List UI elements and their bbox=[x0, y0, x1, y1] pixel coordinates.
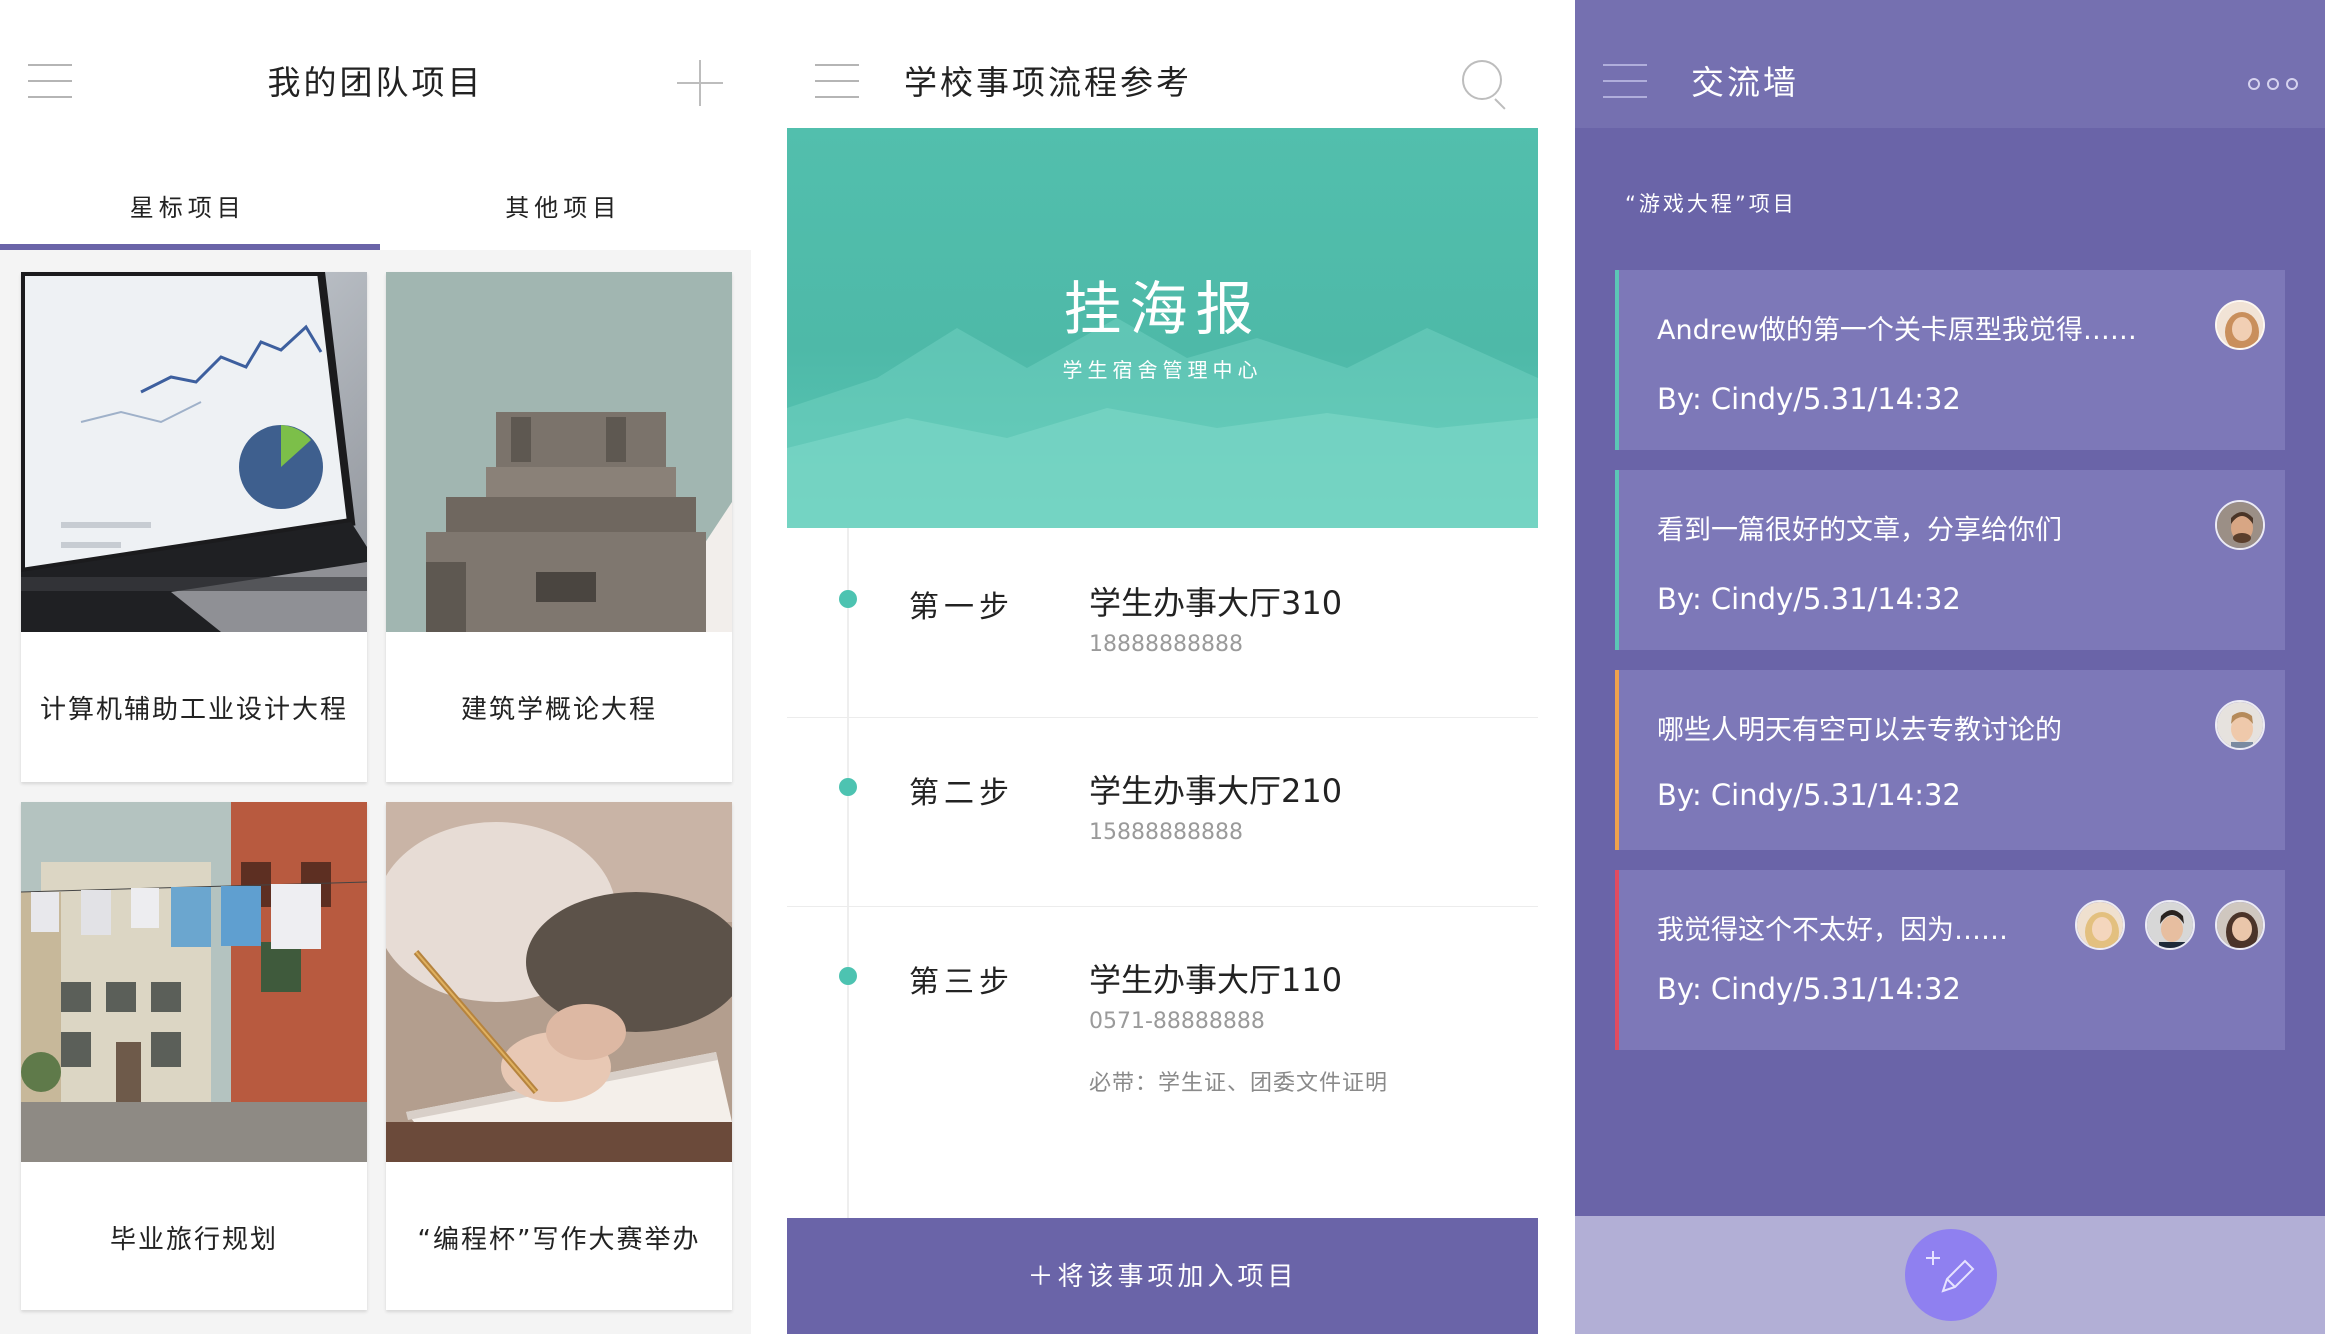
project-card[interactable]: 毕业旅行规划 bbox=[21, 802, 367, 1310]
wall-post[interactable]: Andrew做的第一个关卡原型我觉得…… By: Cindy/5.31/14:3… bbox=[1615, 270, 2285, 450]
hamburger-menu-icon[interactable] bbox=[815, 64, 859, 98]
step-name: 第二步 bbox=[909, 776, 1014, 811]
timeline-dot bbox=[839, 590, 857, 608]
step-place: 学生办事大厅310 bbox=[1089, 584, 1343, 622]
writing-notebook-photo bbox=[386, 802, 732, 1162]
project-card[interactable]: 计算机辅助工业设计大程 bbox=[21, 272, 367, 782]
project-card-title: 建筑学概论大程 bbox=[460, 694, 657, 725]
project-card-title: 计算机辅助工业设计大程 bbox=[39, 694, 348, 725]
avatar[interactable] bbox=[2215, 700, 2265, 750]
step-name: 第一步 bbox=[909, 590, 1014, 625]
hamburger-menu-icon[interactable] bbox=[1603, 64, 1647, 98]
step-phone: 18888888888 bbox=[1089, 632, 1243, 657]
post-message: 看到一篇很好的文章，分享给你们 bbox=[1657, 515, 2062, 546]
tab-other-projects[interactable]: 其他项目 bbox=[376, 168, 752, 248]
project-tabs: 星标项目 其他项目 bbox=[0, 168, 751, 248]
compose-pencil-icon bbox=[1926, 1251, 1975, 1293]
post-message: Andrew做的第一个关卡原型我觉得…… bbox=[1657, 315, 2137, 346]
laptop-analytics-photo bbox=[21, 272, 367, 632]
wall-post[interactable]: 哪些人明天有空可以去专教讨论的 By: Cindy/5.31/14:32 bbox=[1615, 670, 2285, 850]
project-subtitle: “游戏大程”项目 bbox=[1625, 192, 1797, 216]
add-to-project-button[interactable]: ＋将该事项加入项目 bbox=[787, 1218, 1538, 1334]
project-card[interactable]: “编程杯”写作大赛举办 bbox=[386, 802, 732, 1310]
page-title: 我的团队项目 bbox=[267, 63, 484, 102]
post-message: 哪些人明天有空可以去专教讨论的 bbox=[1657, 715, 2062, 746]
poster-title: 挂海报 bbox=[1063, 275, 1262, 343]
step-place: 学生办事大厅210 bbox=[1089, 772, 1343, 810]
project-card[interactable]: 建筑学概论大程 bbox=[386, 272, 732, 782]
divider bbox=[787, 906, 1538, 907]
wall-post[interactable]: 看到一篇很好的文章，分享给你们 By: Cindy/5.31/14:32 bbox=[1615, 470, 2285, 650]
tab-starred-projects[interactable]: 星标项目 bbox=[0, 168, 376, 248]
team-projects-screen: 我的团队项目 星标项目 其他项目 计算机辅助工业设计大程 建筑学概论大程 毕业旅… bbox=[0, 0, 751, 1334]
page-title: 交流墙 bbox=[1691, 63, 1799, 102]
avatar[interactable] bbox=[2075, 900, 2125, 950]
post-author-time: By: Cindy/5.31/14:32 bbox=[1657, 778, 1961, 812]
discussion-wall-screen: 交流墙 “游戏大程”项目 Andrew做的第一个关卡原型我觉得…… By: Ci… bbox=[1575, 0, 2325, 1334]
compose-button[interactable] bbox=[1905, 1229, 1997, 1321]
page-title: 学校事项流程参考 bbox=[904, 63, 1192, 102]
step-phone: 15888888888 bbox=[1089, 820, 1243, 845]
search-icon[interactable] bbox=[1462, 60, 1510, 110]
avatar[interactable] bbox=[2215, 300, 2265, 350]
more-dots-icon[interactable] bbox=[2248, 78, 2298, 92]
avatar[interactable] bbox=[2145, 900, 2195, 950]
topbar bbox=[1575, 0, 2325, 128]
venice-street-photo bbox=[21, 802, 367, 1162]
timeline-dot bbox=[839, 778, 857, 796]
poster-subtitle: 学生宿舍管理中心 bbox=[1062, 358, 1263, 382]
wall-post[interactable]: 我觉得这个不太好，因为…… By: Cindy/5.31/14:32 bbox=[1615, 870, 2285, 1050]
step-name: 第三步 bbox=[909, 965, 1014, 1000]
poster-banner: 挂海报 学生宿舍管理中心 bbox=[787, 128, 1538, 528]
concrete-building-photo bbox=[386, 272, 732, 632]
timeline-line bbox=[847, 528, 849, 1218]
plus-icon[interactable] bbox=[677, 60, 723, 106]
post-author-time: By: Cindy/5.31/14:32 bbox=[1657, 582, 1961, 616]
project-card-title: “编程杯”写作大赛举办 bbox=[417, 1224, 701, 1255]
avatar[interactable] bbox=[2215, 500, 2265, 550]
timeline-dot bbox=[839, 967, 857, 985]
post-message: 我觉得这个不太好，因为…… bbox=[1657, 915, 2008, 946]
school-process-screen: 学校事项流程参考 挂海报 学生宿舍管理中心 第一步 学生办事大厅310 1888… bbox=[787, 0, 1538, 1334]
post-author-time: By: Cindy/5.31/14:32 bbox=[1657, 972, 1961, 1006]
divider bbox=[787, 717, 1538, 718]
avatar[interactable] bbox=[2215, 900, 2265, 950]
step-place: 学生办事大厅110 bbox=[1089, 961, 1343, 999]
post-author-time: By: Cindy/5.31/14:32 bbox=[1657, 382, 1961, 416]
project-card-title: 毕业旅行规划 bbox=[109, 1224, 278, 1255]
step-note: 必带：学生证、团委文件证明 bbox=[1089, 1071, 1389, 1096]
step-phone: 0571-88888888 bbox=[1089, 1009, 1265, 1034]
